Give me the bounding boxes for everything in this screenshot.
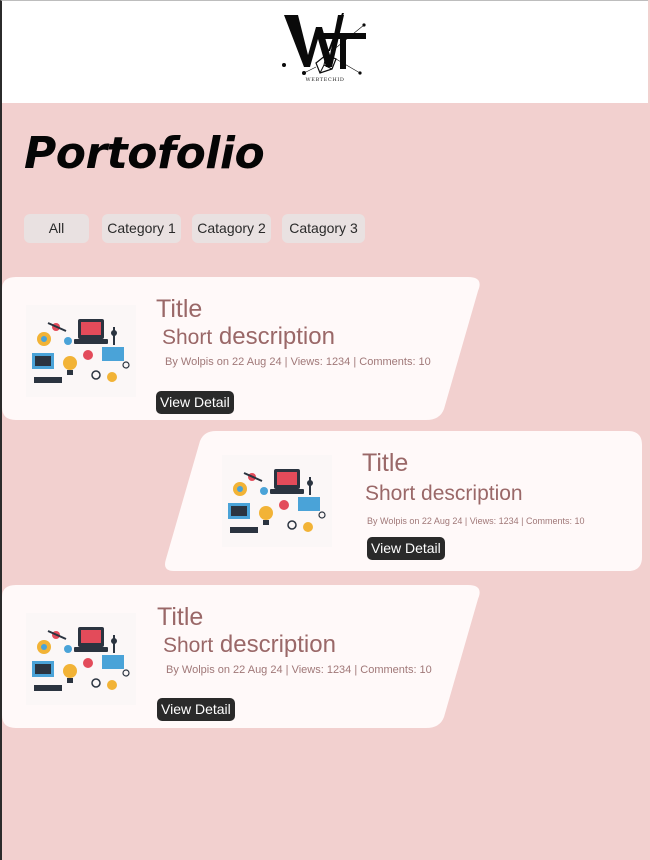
portfolio-card[interactable]: Title Short description By Wolpis on 22 … (2, 585, 482, 728)
card-meta: By Wolpis on 22 Aug 24 | Views: 1234 | C… (166, 664, 432, 676)
view-detail-button[interactable]: View Detail (156, 391, 234, 414)
site-header: WEBTECHID (2, 1, 648, 103)
portfolio-card[interactable]: Title Short description By Wolpis on 22 … (2, 277, 482, 420)
view-detail-button[interactable]: View Detail (157, 698, 235, 721)
card-description-short: Short (162, 326, 213, 349)
card-description: Short description (163, 631, 336, 659)
card-description-main: description (421, 482, 523, 505)
card-meta: By Wolpis on 22 Aug 24 | Views: 1234 | C… (165, 356, 431, 368)
card-title: Title (157, 603, 204, 631)
card-description: Short description (162, 323, 335, 351)
wt-logo-icon (282, 13, 366, 75)
brand-logo[interactable]: WEBTECHID (280, 11, 370, 89)
science-tech-illustration-icon (26, 613, 136, 705)
filter-chip-all[interactable]: All (24, 214, 89, 243)
filter-chip-category-1[interactable]: Category 1 (102, 214, 181, 243)
portfolio-card[interactable]: Title Short description By Wolpis on 22 … (164, 431, 642, 571)
science-tech-illustration-icon (222, 455, 332, 547)
science-tech-illustration-icon (26, 305, 136, 397)
view-detail-button[interactable]: View Detail (367, 537, 445, 560)
filter-chip-category-3[interactable]: Catagory 3 (282, 214, 365, 243)
page-title: Portofolio (24, 128, 265, 179)
card-description-short: Short (365, 482, 416, 505)
card-title: Title (156, 295, 203, 323)
card-description-short: Short (163, 634, 214, 657)
card-description-main: description (218, 323, 335, 350)
filter-chip-category-2[interactable]: Catagory 2 (192, 214, 271, 243)
card-meta: By Wolpis on 22 Aug 24 | Views: 1234 | C… (367, 516, 585, 526)
card-description-main: description (219, 631, 336, 658)
logo-caption: WEBTECHID (305, 77, 345, 83)
card-title: Title (362, 449, 409, 477)
card-description: Short description (365, 482, 523, 506)
